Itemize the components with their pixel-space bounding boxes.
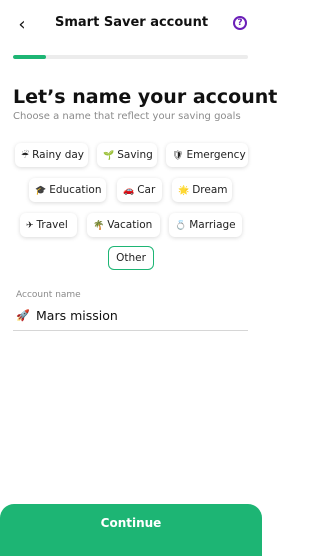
progress-bar bbox=[13, 55, 248, 59]
chip-label: Travel bbox=[36, 219, 68, 231]
ring-icon: 💍 bbox=[175, 221, 187, 231]
account-name-value: Mars mission bbox=[36, 308, 118, 323]
sprout-icon: 🌱 bbox=[103, 151, 115, 161]
chip-emergency[interactable]: 🛡 Emergency bbox=[166, 143, 248, 167]
chip-label: Marriage bbox=[189, 219, 236, 231]
account-name-field[interactable]: 🚀 Mars mission bbox=[13, 304, 248, 331]
chip-label: Emergency bbox=[186, 149, 246, 161]
chip-education[interactable]: 🎓 Education bbox=[29, 178, 106, 202]
chip-label: Other bbox=[116, 252, 146, 264]
car-icon: 🚗 bbox=[123, 186, 135, 196]
header-bar: ‹ Smart Saver account ? bbox=[0, 0, 262, 52]
chip-label: Saving bbox=[117, 149, 153, 161]
rocket-icon: 🚀 bbox=[16, 309, 30, 322]
page-title: Smart Saver account bbox=[55, 15, 209, 30]
palm-tree-icon: 🌴 bbox=[93, 221, 105, 231]
chip-label: Vacation bbox=[107, 219, 153, 231]
progress-fill bbox=[13, 55, 46, 59]
help-icon[interactable]: ? bbox=[233, 16, 247, 30]
graduation-cap-icon: 🎓 bbox=[35, 186, 47, 196]
umbrella-rain-icon: ☔ bbox=[21, 151, 30, 161]
chip-dream[interactable]: 🌟 Dream bbox=[172, 178, 232, 202]
chip-saving[interactable]: 🌱 Saving bbox=[97, 143, 157, 167]
continue-button[interactable]: Continue bbox=[0, 504, 262, 556]
subheading: Choose a name that reflect your saving g… bbox=[13, 111, 241, 122]
chip-car[interactable]: 🚗 Car bbox=[117, 178, 162, 202]
chip-travel[interactable]: ✈ Travel bbox=[20, 213, 77, 237]
account-name-label: Account name bbox=[16, 290, 81, 300]
airplane-icon: ✈ bbox=[26, 221, 34, 231]
chip-label: Dream bbox=[192, 184, 228, 196]
chip-vacation[interactable]: 🌴 Vacation bbox=[87, 213, 160, 237]
chip-label: Education bbox=[49, 184, 102, 196]
back-arrow-icon[interactable]: ‹ bbox=[12, 14, 32, 36]
chip-label: Rainy day bbox=[32, 149, 85, 161]
shield-icon: 🛡 bbox=[172, 151, 184, 161]
chip-label: Car bbox=[137, 184, 156, 196]
chip-other[interactable]: Other bbox=[108, 246, 154, 270]
chip-rainy-day[interactable]: ☔ Rainy day bbox=[15, 143, 88, 167]
heading: Let’s name your account bbox=[13, 86, 278, 108]
chip-marriage[interactable]: 💍 Marriage bbox=[169, 213, 242, 237]
star-icon: 🌟 bbox=[178, 186, 190, 196]
